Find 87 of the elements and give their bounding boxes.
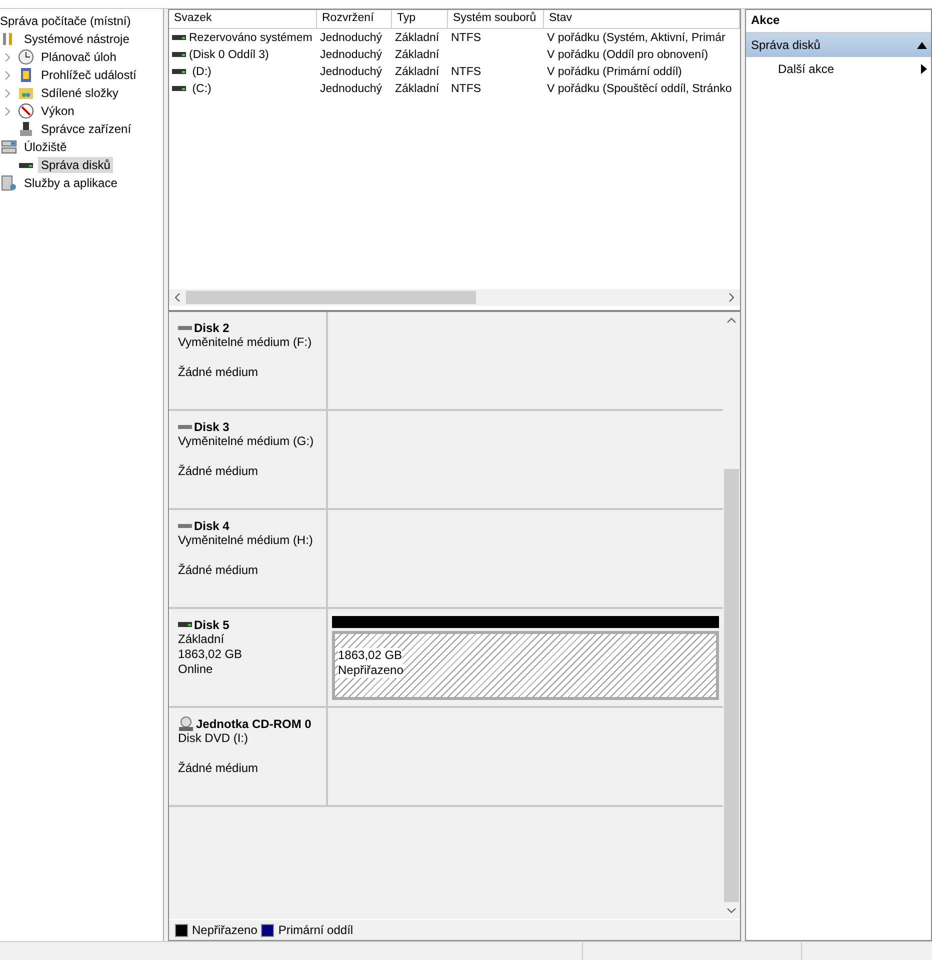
table-cell-text: (C:) [191,82,212,94]
tree-item[interactable]: Prohlížeč událostí [38,67,140,83]
gauge-icon [18,103,34,119]
tree-item[interactable]: Správce zařízení [38,121,134,137]
scroll-right-icon[interactable] [729,293,734,302]
table-cell: Jednoduchý [320,66,382,78]
tree-root[interactable]: Správa počítače (místní) [0,14,131,28]
legend-label: Nepřiřazeno [192,923,258,937]
disk-drive-icon [172,52,186,57]
collapse-icon[interactable] [917,42,927,48]
table-cell: Základní [395,48,440,60]
disk-drive-icon [172,35,186,40]
scroll-down-icon[interactable] [727,908,736,913]
tree-item[interactable]: Úložiště [21,139,70,155]
table-cell: V pořádku (Spouštěcí oddíl, Stránko [547,82,732,94]
chevron-icon[interactable] [4,52,10,62]
removable-drive-icon [178,326,192,330]
table-cell: V pořádku (Systém, Aktivní, Primár [547,32,726,44]
disk-info: Vyměnitelné médium (G:) [178,434,314,448]
column-header[interactable]: Stav [544,10,740,29]
section-label: Správa disků [751,38,820,52]
disk-info: Základní [178,632,224,646]
unallocated-partition[interactable]: 1863,02 GB Nepřiřazeno [332,631,719,700]
disk-drive-icon [172,86,186,91]
services-icon [1,175,17,191]
disk-info: Žádné médium [178,464,258,478]
disk-info: Vyměnitelné médium (H:) [178,533,313,547]
submenu-arrow-icon [921,64,927,74]
disk-drive-icon [19,162,33,168]
column-header[interactable]: Svazek [169,10,317,29]
disk-info: Disk DVD (I:) [178,731,248,745]
table-cell: (Disk 0 Oddíl 3) [189,48,269,60]
scroll-up-icon[interactable] [727,318,736,323]
disk-name: Disk 5 [194,618,230,632]
log-book-icon [21,68,31,82]
tree-item[interactable]: Plánovač úloh [38,49,120,65]
table-cell: Základní [395,66,440,78]
disk-info: Online [178,662,213,676]
chevron-icon[interactable] [4,88,10,98]
disk-name: Disk 4 [194,518,230,532]
tree-item[interactable]: Služby a aplikace [21,175,120,191]
tree-item[interactable]: Správa disků [38,157,114,173]
actions-section[interactable]: Správa disků [746,33,931,57]
disk-name: Disk 3 [194,420,230,434]
table-cell: Základní [395,82,440,94]
disk-info: Žádné médium [178,365,258,379]
device-icon [20,122,32,136]
disk-name: Jednotka CD-ROM 0 [196,716,312,730]
removable-drive-icon [178,424,192,428]
partition-size: 1863,02 GB [338,648,402,663]
tree-item[interactable]: Systémové nástroje [21,31,132,47]
disk-drive-icon [172,69,186,74]
tree-item[interactable]: Výkon [38,103,78,119]
storage-icon [1,140,17,154]
disk-info: Vyměnitelné médium (F:) [178,335,312,349]
table-cell: Základní [395,32,440,44]
table-cell: NTFS [451,32,482,44]
table-cell: NTFS [451,66,482,78]
column-header[interactable]: Systém souborů [448,10,544,29]
chevron-icon[interactable] [4,70,10,80]
disk-drive-icon [178,622,192,627]
table-cell: Rezervováno systémem [189,32,312,44]
clock-icon [18,49,34,65]
scrollbar-thumb[interactable] [186,291,476,304]
chevron-icon[interactable] [4,106,10,116]
column-header[interactable]: Typ [392,10,448,29]
table-cell-text: (D:) [191,66,212,78]
disk-info: Žádné médium [178,563,258,577]
shared-folder-icon [19,88,33,98]
disk-info: Žádné médium [178,761,258,775]
action-link[interactable]: Další akce [778,62,834,76]
disk-name: Disk 2 [194,320,230,334]
cd-drive-icon [178,716,194,732]
tree-item[interactable]: Sdílené složky [38,85,122,101]
column-header[interactable]: Rozvržení [317,10,392,29]
table-cell: V pořádku (Oddíl pro obnovení) [547,48,708,60]
disk-info: 1863,02 GB [178,647,242,661]
scrollbar-thumb[interactable] [724,469,739,902]
partition-status: Nepřiřazeno [338,663,404,678]
table-cell: NTFS [451,82,482,94]
table-cell: Jednoduchý [320,32,382,44]
table-cell: V pořádku (Primární oddíl) [547,66,682,78]
legend-label: Primární oddíl [278,923,354,937]
table-cell: Jednoduchý [320,82,382,94]
removable-drive-icon [178,524,192,528]
scroll-left-icon[interactable] [175,293,180,302]
table-cell: Jednoduchý [320,48,382,60]
